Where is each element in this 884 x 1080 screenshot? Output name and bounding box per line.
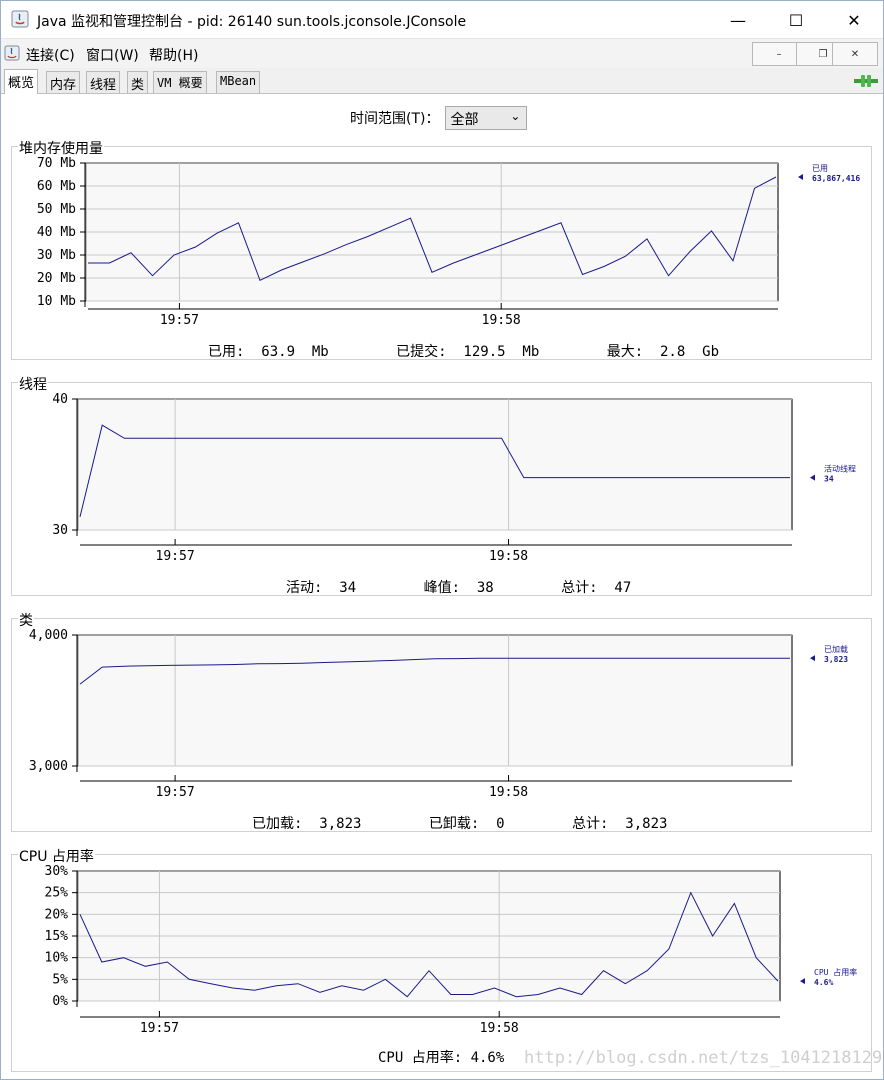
menu-window[interactable]: 窗口(W) (86, 45, 139, 65)
tab-threads[interactable]: 线程 (86, 71, 121, 93)
legend-series-name: 已用 (812, 164, 828, 173)
x-tick-label: 19:58 (489, 785, 528, 800)
x-tick-label: 19:58 (480, 1021, 519, 1036)
legend-series-name: CPU 占用率 (814, 967, 857, 977)
threads-summary: 活动: 34 峰值: 38 总计: 47 (286, 580, 632, 596)
java-menu-icon[interactable] (4, 45, 20, 61)
legend-series-value: 4.6% (814, 978, 833, 987)
x-tick-label: 19:57 (156, 785, 195, 800)
cpu-chart[interactable]: 0% 5% 10% 15% 20% 25% 30% 19:57 19:58 CPU 占用率4.6% (12, 855, 873, 1073)
y-tick-label: 70 Mb (37, 156, 76, 171)
x-tick-label: 19:57 (140, 1021, 179, 1036)
window-titlebar[interactable]: Java 监视和管理控制台 - pid: 26140 sun.tools.jco… (0, 0, 884, 38)
time-range-label: 时间范围(T)： (350, 111, 440, 127)
y-tick-label: 25% (45, 886, 69, 901)
y-tick-label: 30 (52, 523, 68, 538)
heap-memory-panel: 堆内存使用量 10 Mb 20 Mb 30 Mb 40 Mb 50 Mb 60 Mb 70 … (11, 138, 873, 361)
legend-arrow-icon (798, 174, 803, 181)
inner-close-icon: ✕ (850, 48, 860, 60)
legend-series-value: 63,867,416 (812, 174, 860, 183)
minimize-icon: — (730, 10, 746, 30)
maximize-icon: ☐ (788, 10, 804, 30)
heap-memory-chart[interactable]: 10 Mb 20 Mb 30 Mb 40 Mb 50 Mb 60 Mb 70 Mb 19:57… (12, 147, 873, 361)
threads-chart[interactable]: 30 40 19:57 19:58 活动线程34 (12, 383, 873, 597)
y-tick-label: 4,000 (29, 628, 68, 643)
tab-mbean[interactable]: MBean (216, 71, 261, 93)
tab-vm-summary[interactable]: VM 概要 (153, 71, 207, 93)
tab-bar: 概览 内存 线程 类 VM 概要 MBean (0, 68, 884, 94)
chevron-down-icon: ⌄ (510, 109, 521, 123)
y-tick-label: 40 Mb (37, 225, 76, 240)
x-tick-label: 19:57 (156, 549, 195, 564)
y-tick-label: 30% (45, 864, 69, 879)
time-range-control: 时间范围(T)： 全部 ⌄ (350, 106, 528, 130)
menu-connection[interactable]: 连接(C) (26, 45, 75, 65)
y-tick-label: 5% (52, 972, 68, 987)
legend-series-name: 活动线程 (824, 464, 856, 474)
threads-panel: 线程 30 40 19:57 19:58 活动线程 34 活动: 34 峰值: 38 总计… (11, 374, 873, 597)
minimize-button[interactable]: — (709, 1, 767, 39)
x-tick-label: 19:57 (160, 313, 199, 328)
menu-bar: 连接(C) 窗口(W) 帮助(H) – ❐ ✕ (0, 38, 884, 68)
tab-memory[interactable]: 内存 (46, 71, 81, 93)
cpu-summary: CPU 占用率: 4.6% (378, 1050, 505, 1066)
inner-close-button[interactable]: ✕ (832, 42, 878, 66)
y-tick-label: 60 Mb (37, 179, 76, 194)
menu-help[interactable]: 帮助(H) (149, 45, 198, 65)
y-tick-label: 20 Mb (37, 271, 76, 286)
time-range-select[interactable]: 全部 ⌄ (445, 106, 528, 130)
y-tick-label: 40 (52, 392, 68, 407)
classes-summary: 已加载: 3,823 已卸载: 0 总计: 3,823 (252, 816, 668, 832)
x-tick-label: 19:58 (489, 549, 528, 564)
watermark-text: http://blog.csdn.net/tzs_1041218129 (524, 1048, 883, 1068)
inner-minimize-icon: – (776, 48, 782, 60)
time-range-value: 全部 (450, 112, 479, 128)
y-tick-label: 3,000 (29, 759, 68, 774)
legend-arrow-icon (810, 655, 815, 662)
plot-area (77, 634, 793, 767)
y-tick-label: 30 Mb (37, 248, 76, 263)
classes-chart[interactable]: 3,000 4,000 19:57 19:58 已加载3,823 (12, 619, 873, 833)
classes-panel: 类 3,000 4,000 19:57 19:58 已加载 3,823 已加载: 3,82… (11, 610, 873, 833)
window-title: Java 监视和管理控制台 - pid: 26140 sun.tools.jco… (37, 14, 467, 30)
tab-classes[interactable]: 类 (127, 71, 149, 93)
y-tick-label: 0% (52, 994, 68, 1009)
y-tick-label: 15% (45, 929, 69, 944)
inner-restore-icon: ❐ (818, 48, 828, 60)
legend-arrow-icon (810, 474, 815, 481)
y-tick-label: 10% (45, 951, 69, 966)
heap-summary: 已用: 63.9 Mb 已提交: 129.5 Mb 最大: 2.8 Gb (208, 344, 720, 360)
x-tick-label: 19:58 (482, 313, 521, 328)
legend-arrow-icon (800, 978, 805, 985)
legend-series-name: 已加载 (824, 644, 848, 654)
java-app-icon (11, 10, 29, 28)
y-tick-label: 10 Mb (37, 294, 76, 309)
cpu-panel: CPU 占用率 0% 5% 10% 15% 20% 25% 30% 19:57 19:58 CPU… (11, 846, 873, 1073)
close-icon: ✕ (847, 10, 861, 30)
tab-overview[interactable]: 概览 (4, 69, 39, 94)
plot-area (77, 398, 793, 531)
close-button[interactable]: ✕ (825, 1, 883, 39)
connection-status-icon (854, 75, 878, 87)
y-tick-label: 20% (45, 907, 69, 922)
y-tick-label: 50 Mb (37, 202, 76, 217)
maximize-button[interactable]: ☐ (767, 1, 825, 39)
legend-series-value: 34 (824, 475, 834, 484)
legend-series-value: 3,823 (824, 655, 848, 664)
